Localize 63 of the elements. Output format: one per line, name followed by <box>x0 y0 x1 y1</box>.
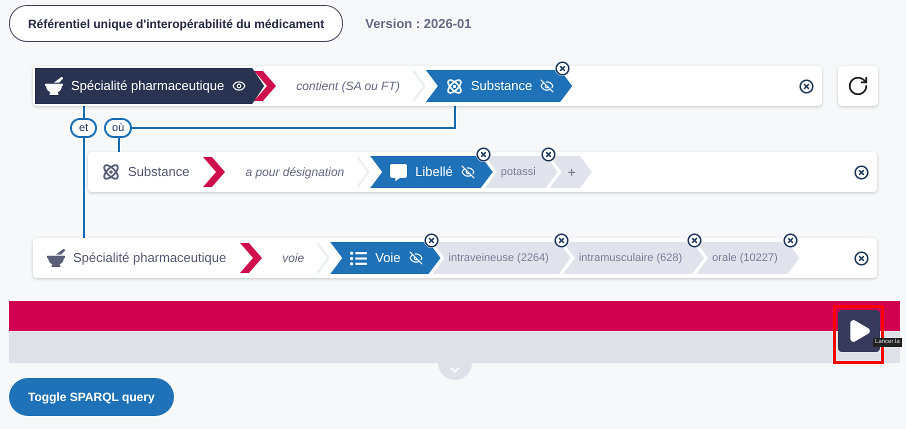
chevron-icon <box>316 243 330 273</box>
toggle-sparql-button[interactable]: Toggle SPARQL query <box>9 378 174 416</box>
reset-button[interactable] <box>838 66 878 106</box>
close-icon <box>799 78 814 94</box>
object-label: Voie <box>375 249 401 268</box>
connector-badge: où <box>104 118 132 138</box>
version-label: Version : 2026-01 <box>365 14 472 33</box>
eye-off-icon[interactable] <box>408 251 423 265</box>
close-icon <box>687 233 702 248</box>
mortar-pestle-icon <box>45 77 63 95</box>
close-icon <box>424 233 439 248</box>
subject-label: Spécialité pharmaceutique <box>73 249 226 268</box>
object-tag[interactable]: Substance <box>426 70 572 102</box>
atom-icon <box>102 163 120 181</box>
mortar-pestle-icon <box>47 249 65 267</box>
chevron-icon <box>240 243 262 273</box>
close-icon <box>476 147 491 162</box>
subject-label: Spécialité pharmaceutique <box>71 77 224 96</box>
remove-button[interactable] <box>540 147 556 162</box>
remove-button[interactable] <box>476 147 491 162</box>
subject-label: Substance <box>128 163 190 182</box>
close-icon <box>854 250 869 266</box>
speech-bubble-icon <box>390 164 408 180</box>
subject-tag[interactable]: Substance <box>88 154 204 190</box>
value-tag[interactable]: potassi <box>484 156 558 188</box>
subject-tag[interactable]: Spécialité pharmaceutique <box>35 68 264 104</box>
remove-button[interactable] <box>687 233 702 248</box>
title-badge: Référentiel unique d'interopérabilité du médicament <box>9 5 344 42</box>
close-icon <box>555 61 570 76</box>
object-label: Substance <box>470 77 532 96</box>
predicate-label: a pour désignation <box>244 164 346 181</box>
value-tag[interactable]: intraveineuse (2264) <box>432 242 571 274</box>
add-value-button[interactable]: + <box>550 156 592 188</box>
chevron-icon <box>356 157 370 187</box>
close-icon <box>854 164 869 180</box>
object-label: Libellé <box>415 163 453 182</box>
remove-button[interactable] <box>555 61 570 76</box>
close-icon <box>554 233 569 248</box>
connector-badge: et <box>70 118 98 138</box>
chevron-icon <box>203 157 226 187</box>
close-button[interactable] <box>854 164 869 180</box>
remove-button[interactable] <box>782 233 798 248</box>
remove-button[interactable] <box>424 233 439 248</box>
predicate-label: contient (SA ou FT) <box>295 78 401 95</box>
remove-button[interactable] <box>554 233 569 248</box>
close-button[interactable] <box>799 78 814 94</box>
refresh-icon <box>847 75 869 97</box>
value-tag[interactable]: intramusculaire (628) <box>562 242 704 274</box>
close-icon <box>540 147 556 162</box>
close-button[interactable] <box>854 250 869 266</box>
eye-off-icon[interactable] <box>460 165 475 179</box>
eye-off-icon[interactable] <box>540 79 554 93</box>
subject-tag[interactable]: Spécialité pharmaceutique <box>33 240 240 276</box>
object-tag[interactable]: Voie <box>330 242 441 274</box>
object-tag[interactable]: Libellé <box>370 156 493 188</box>
close-icon <box>782 233 798 248</box>
eye-icon[interactable] <box>232 79 246 93</box>
value-tag[interactable]: orale (10227) <box>696 242 800 274</box>
list-icon <box>350 250 368 266</box>
chevron-icon <box>254 71 276 101</box>
predicate-label: voie <box>281 250 306 267</box>
chevron-icon <box>412 71 426 101</box>
atom-icon <box>446 78 463 94</box>
